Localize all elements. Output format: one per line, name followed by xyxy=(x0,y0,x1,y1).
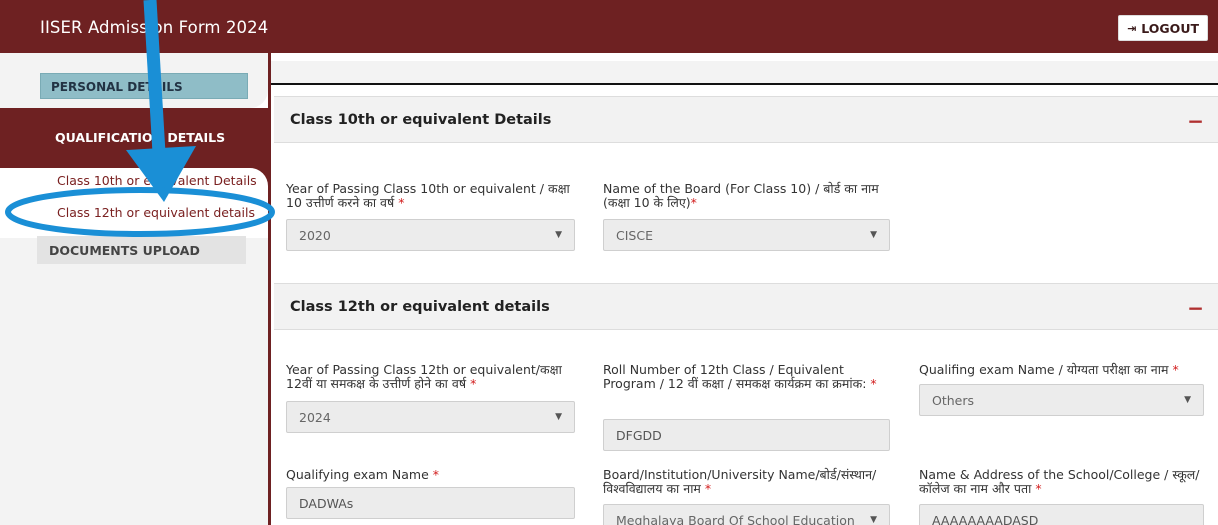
class12-board-select[interactable]: Meghalaya Board Of School Education ▼ xyxy=(603,504,890,525)
chevron-down-icon: ▼ xyxy=(1184,395,1191,405)
class10-section-header[interactable]: Class 10th or equivalent Details − xyxy=(274,96,1218,143)
chevron-down-icon: ▼ xyxy=(555,230,562,240)
logout-label: LOGOUT xyxy=(1141,20,1199,36)
sidebar-item-qualification-details[interactable]: QUALIFICATION DETAILS xyxy=(0,108,268,168)
class12-school-label: Name & Address of the School/College / स… xyxy=(919,467,1200,496)
top-strip xyxy=(271,61,1218,85)
top-header: IISER Admission Form 2024 ⇥ LOGOUT xyxy=(0,0,1218,53)
chevron-down-icon: ▼ xyxy=(555,412,562,422)
class12-exam-label: Qualifing exam Name / योग्यता परीक्षा का… xyxy=(919,362,1179,377)
chevron-down-icon: ▼ xyxy=(870,515,877,525)
class12-year-select[interactable]: 2024 ▼ xyxy=(286,401,575,433)
sidebar-item-documents-upload[interactable]: DOCUMENTS UPLOAD xyxy=(37,236,246,264)
main-content: Class 10th or equivalent Details − Year … xyxy=(271,53,1218,525)
class12-roll-label: Roll Number of 12th Class / Equivalent P… xyxy=(603,362,877,391)
sidebar: PERSONAL DETAILS QUALIFICATION DETAILS C… xyxy=(0,53,268,525)
class10-board-select[interactable]: CISCE ▼ xyxy=(603,219,890,251)
class12-roll-input[interactable]: DFGDD xyxy=(603,419,890,451)
section-title: Class 10th or equivalent Details xyxy=(290,112,552,128)
class12-qual-name-input[interactable]: DADWAs xyxy=(286,487,575,519)
class10-year-select[interactable]: 2020 ▼ xyxy=(286,219,575,251)
collapse-icon[interactable]: − xyxy=(1187,109,1204,133)
section-title: Class 12th or equivalent details xyxy=(290,299,550,315)
submenu-class10-link[interactable]: Class 10th or equivalent Details xyxy=(57,173,257,188)
class12-board-label: Board/Institution/University Name/बोर्ड/… xyxy=(603,467,877,496)
qualification-submenu: Class 10th or equivalent Details Class 1… xyxy=(0,168,268,238)
logout-icon: ⇥ xyxy=(1127,21,1137,35)
class12-section-header[interactable]: Class 12th or equivalent details − xyxy=(274,283,1218,330)
class10-board-label: Name of the Board (For Class 10) / बोर्ड… xyxy=(603,181,879,210)
sidebar-item-personal-details[interactable]: PERSONAL DETAILS xyxy=(40,73,248,99)
class12-qual-name-label: Qualifying exam Name * xyxy=(286,467,440,482)
class10-year-label: Year of Passing Class 10th or equivalent… xyxy=(286,181,570,210)
class12-school-input[interactable]: AAAAAAAADASD xyxy=(919,504,1204,525)
submenu-class12-link[interactable]: Class 12th or equivalent details xyxy=(57,205,255,220)
class12-exam-select[interactable]: Others ▼ xyxy=(919,384,1204,416)
class12-year-label: Year of Passing Class 12th or equivalent… xyxy=(286,362,562,391)
app-title: IISER Admission Form 2024 xyxy=(40,18,269,37)
sidebar-item-label: QUALIFICATION DETAILS xyxy=(55,130,226,145)
collapse-icon[interactable]: − xyxy=(1187,296,1204,320)
logout-button[interactable]: ⇥ LOGOUT xyxy=(1118,15,1208,41)
chevron-down-icon: ▼ xyxy=(870,230,877,240)
